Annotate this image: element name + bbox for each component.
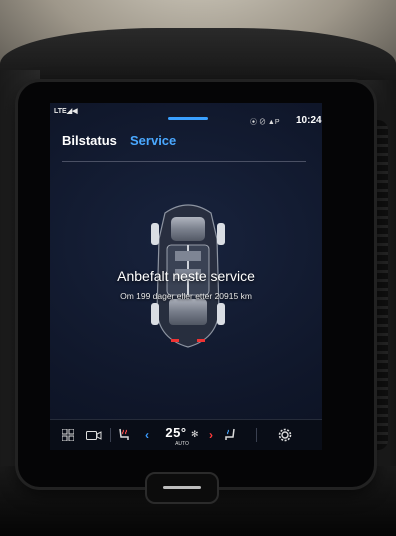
temperature-control[interactable]: 25° ✻ AUTO — [162, 424, 202, 447]
climate-mode: AUTO — [175, 441, 189, 447]
dashboard-top — [0, 28, 396, 88]
climate-settings-icon[interactable] — [276, 426, 294, 444]
service-detail: Om 199 dager eller etter 20915 km — [120, 291, 252, 301]
tab-divider — [62, 161, 306, 162]
clock: 10:24 — [296, 115, 322, 126]
fan-icon: ✻ — [191, 429, 199, 439]
tab-service[interactable]: Service — [130, 133, 176, 148]
temperature-value: 25° — [165, 425, 187, 440]
temperature-up-button[interactable]: › — [204, 426, 218, 444]
status-icons: ⦿ ⊘ ▲P — [250, 119, 280, 126]
climate-bar: ‹ 25° ✻ AUTO › — [50, 419, 322, 450]
seat-heat-left-icon[interactable] — [116, 426, 132, 444]
top-view-pull-handle[interactable] — [168, 117, 208, 120]
status-bar: LTE◢◀ ⦿ ⊘ ▲P 10:24 — [50, 103, 322, 126]
infotainment-screen: LTE◢◀ ⦿ ⊘ ▲P 10:24 Bilstatus Service Anb… — [50, 103, 322, 450]
temperature-down-button[interactable]: ‹ — [140, 426, 154, 444]
divider — [110, 428, 111, 442]
camera-icon[interactable] — [84, 426, 104, 444]
divider — [256, 428, 257, 442]
app-grid-icon[interactable] — [60, 426, 76, 444]
signal-indicator: LTE◢◀ — [54, 108, 78, 115]
home-button[interactable] — [145, 472, 219, 504]
tab-bilstatus[interactable]: Bilstatus — [62, 133, 117, 148]
service-headline: Anbefalt neste service — [117, 268, 255, 284]
seat-heat-right-icon[interactable] — [222, 426, 238, 444]
